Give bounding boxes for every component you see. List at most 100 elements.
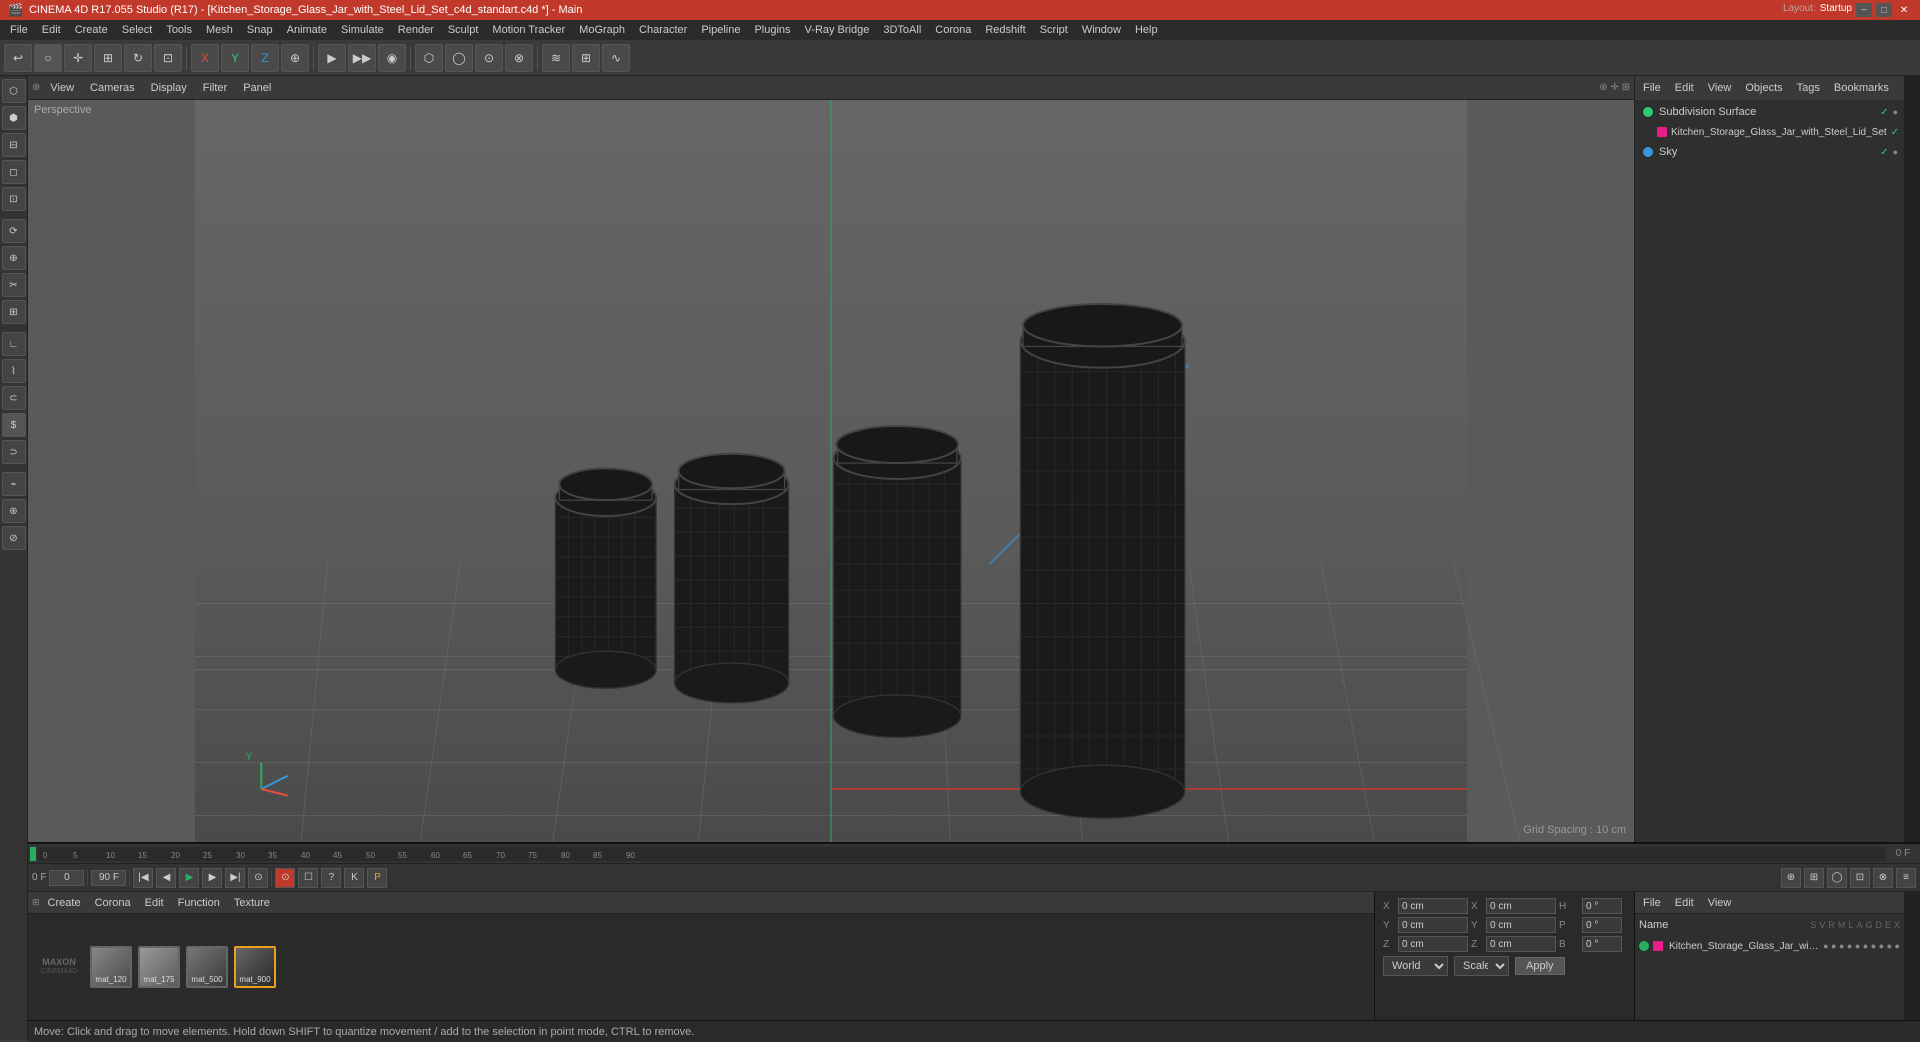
maximize-button[interactable]: □ — [1876, 3, 1892, 17]
pb-btn-2[interactable]: ⊞ — [1804, 868, 1824, 888]
sidebar-btn-7[interactable]: ✂ — [2, 273, 26, 297]
menu-character[interactable]: Character — [633, 22, 693, 38]
render-active[interactable]: ◉ — [378, 44, 406, 72]
menu-tools[interactable]: Tools — [160, 22, 198, 38]
axis-z[interactable]: Z — [251, 44, 279, 72]
vp-display-menu[interactable]: Display — [145, 80, 193, 96]
end-frame-input[interactable] — [91, 870, 126, 886]
anim-btn-keyframe[interactable]: K — [344, 868, 364, 888]
pb-btn-4[interactable]: ⊡ — [1850, 868, 1870, 888]
mat-texture[interactable]: Texture — [228, 895, 276, 911]
menu-animate[interactable]: Animate — [281, 22, 333, 38]
obj-jar-set[interactable]: Kitchen_Storage_Glass_Jar_with_Steel_Lid… — [1637, 122, 1902, 142]
transport-play[interactable]: ▶ — [179, 868, 199, 888]
rp-bookmarks[interactable]: Bookmarks — [1830, 80, 1893, 96]
coord-z-rot[interactable] — [1486, 936, 1556, 952]
menu-plugins[interactable]: Plugins — [748, 22, 796, 38]
menu-script[interactable]: Script — [1034, 22, 1074, 38]
vp-panel-menu[interactable]: Panel — [237, 80, 277, 96]
select-tool[interactable]: ⊡ — [154, 44, 182, 72]
minimize-button[interactable]: − — [1856, 3, 1872, 17]
sidebar-btn-5[interactable]: ⟳ — [2, 219, 26, 243]
coord-x-rot[interactable] — [1486, 898, 1556, 914]
sidebar-btn-14[interactable]: ⌁ — [2, 472, 26, 496]
menu-sculpt[interactable]: Sculpt — [442, 22, 485, 38]
coord-z-pos[interactable] — [1398, 936, 1468, 952]
obj-subdivision[interactable]: Subdivision Surface ✓ ● — [1637, 102, 1902, 122]
material-thumb-1[interactable]: mat_120 — [90, 946, 132, 988]
apply-button[interactable]: Apply — [1515, 957, 1565, 975]
coord-x-pos[interactable] — [1398, 898, 1468, 914]
rp-view[interactable]: View — [1704, 80, 1736, 96]
sidebar-poly-mode[interactable]: ◻ — [2, 160, 26, 184]
menu-edit[interactable]: Edit — [36, 22, 67, 38]
frame-input[interactable] — [49, 870, 84, 886]
vp-filter-menu[interactable]: Filter — [197, 80, 233, 96]
pb-btn-5[interactable]: ⊗ — [1873, 868, 1893, 888]
move-tool[interactable]: ✛ — [64, 44, 92, 72]
menu-simulate[interactable]: Simulate — [335, 22, 390, 38]
transport-record[interactable]: ⊙ — [248, 868, 268, 888]
anim-btn-p[interactable]: P — [367, 868, 387, 888]
coord-b-val[interactable] — [1582, 936, 1622, 952]
sidebar-btn-10[interactable]: ⌇ — [2, 359, 26, 383]
transport-play-fwd[interactable]: ▶ — [202, 868, 222, 888]
sidebar-btn-15[interactable]: ⊕ — [2, 499, 26, 523]
menu-snap[interactable]: Snap — [241, 22, 279, 38]
menu-vray[interactable]: V-Ray Bridge — [799, 22, 876, 38]
anim-btn-1[interactable]: ⊙ — [275, 868, 295, 888]
mat-corona[interactable]: Corona — [89, 895, 137, 911]
rp-file[interactable]: File — [1639, 80, 1665, 96]
menu-mograph[interactable]: MoGraph — [573, 22, 631, 38]
object-btn-1[interactable]: ⬡ — [415, 44, 443, 72]
mat-function[interactable]: Function — [172, 895, 226, 911]
menu-mesh[interactable]: Mesh — [200, 22, 239, 38]
sidebar-btn-16[interactable]: ⊘ — [2, 526, 26, 550]
menu-redshift[interactable]: Redshift — [979, 22, 1031, 38]
object-btn-2[interactable]: ◯ — [445, 44, 473, 72]
3d-viewport[interactable]: Perspective Grid Spacing : 10 cm — [28, 100, 1634, 842]
sidebar-btn-12[interactable]: $ — [2, 413, 26, 437]
material-thumb-3[interactable]: mat_500 — [186, 946, 228, 988]
coord-y-pos[interactable] — [1398, 917, 1468, 933]
sidebar-uv-mode[interactable]: ⊡ — [2, 187, 26, 211]
sidebar-model-mode[interactable]: ⬡ — [2, 79, 26, 103]
rp-tags[interactable]: Tags — [1793, 80, 1824, 96]
transport-go-end[interactable]: ▶| — [225, 868, 245, 888]
pb-btn-6[interactable]: ≡ — [1896, 868, 1916, 888]
spline-btn[interactable]: ∿ — [602, 44, 630, 72]
menu-pipeline[interactable]: Pipeline — [695, 22, 746, 38]
sidebar-btn-6[interactable]: ⊕ — [2, 246, 26, 270]
deform-btn[interactable]: ≋ — [542, 44, 570, 72]
anim-btn-3[interactable]: ? — [321, 868, 341, 888]
menu-create[interactable]: Create — [69, 22, 114, 38]
rp-objects[interactable]: Objects — [1741, 80, 1786, 96]
pb-btn-1[interactable]: ⊕ — [1781, 868, 1801, 888]
sidebar-btn-8[interactable]: ⊞ — [2, 300, 26, 324]
rotate-tool[interactable]: ↻ — [124, 44, 152, 72]
material-thumb-4[interactable]: mat_900 — [234, 946, 276, 988]
undo-button[interactable]: ↩ — [4, 44, 32, 72]
scale-tool[interactable]: ⊞ — [94, 44, 122, 72]
menu-window[interactable]: Window — [1076, 22, 1127, 38]
close-button[interactable]: ✕ — [1896, 3, 1912, 17]
menu-corona[interactable]: Corona — [929, 22, 977, 38]
mode-object[interactable]: ○ — [34, 44, 62, 72]
sidebar-edge-mode[interactable]: ⊟ — [2, 133, 26, 157]
attr-edit[interactable]: Edit — [1671, 895, 1698, 911]
render-all[interactable]: ▶▶ — [348, 44, 376, 72]
menu-render[interactable]: Render — [392, 22, 440, 38]
generator-btn[interactable]: ⊞ — [572, 44, 600, 72]
sidebar-mesh-mode[interactable]: ⬢ — [2, 106, 26, 130]
menu-motion-tracker[interactable]: Motion Tracker — [486, 22, 571, 38]
menu-file[interactable]: File — [4, 22, 34, 38]
pb-btn-3[interactable]: ◯ — [1827, 868, 1847, 888]
timeline-ruler[interactable]: 0 5 10 15 20 25 30 35 40 45 50 55 60 65 — [38, 847, 1886, 861]
attr-view[interactable]: View — [1704, 895, 1736, 911]
coord-y-rot[interactable] — [1486, 917, 1556, 933]
vp-cameras-menu[interactable]: Cameras — [84, 80, 141, 96]
menu-3dtoall[interactable]: 3DToAll — [877, 22, 927, 38]
render-region[interactable]: ▶ — [318, 44, 346, 72]
axis-y[interactable]: Y — [221, 44, 249, 72]
rp-edit[interactable]: Edit — [1671, 80, 1698, 96]
